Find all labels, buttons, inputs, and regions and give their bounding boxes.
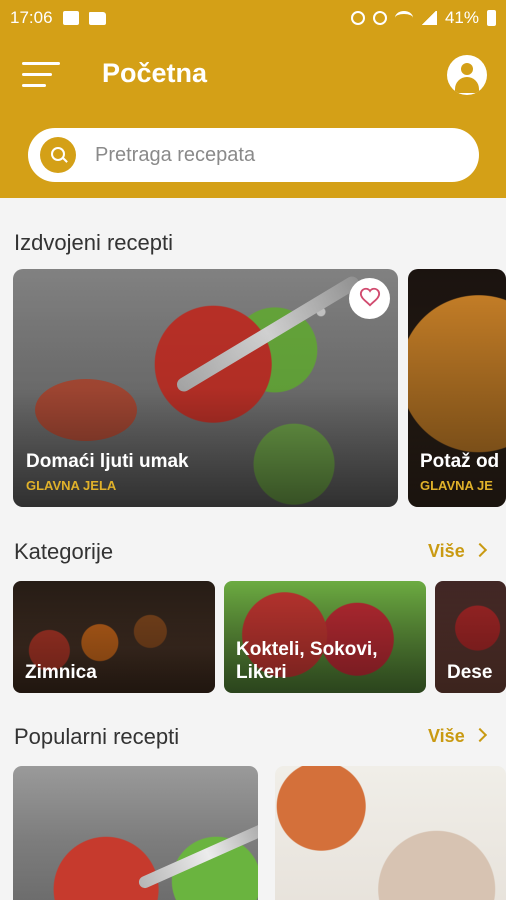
categories-more-link[interactable]: Više	[428, 541, 487, 562]
featured-recipe-title: Potaž od	[420, 451, 500, 472]
featured-recipe-card[interactable]: Domaći ljuti umak GLAVNA JELA	[13, 269, 398, 507]
featured-recipe-category: GLAVNA JE	[420, 478, 493, 493]
heart-icon	[359, 287, 381, 307]
status-time: 17:06	[10, 8, 53, 27]
category-card-kokteli[interactable]: Kokteli, Sokovi, Likeri	[224, 581, 426, 693]
featured-section-title: Izdvojeni recepti	[14, 230, 173, 255]
chevron-right-icon	[472, 727, 487, 743]
status-bar: 17:06 41%	[0, 0, 506, 36]
popular-recipe-card[interactable]	[275, 766, 506, 900]
app-header: Početna Pretraga recepata	[0, 36, 506, 198]
category-card-deserti[interactable]: Dese	[435, 581, 506, 693]
search-placeholder: Pretraga recepata	[95, 143, 256, 166]
gallery-icon	[62, 11, 79, 25]
category-title: Kokteli, Sokovi, Likeri	[236, 638, 378, 683]
popular-recipe-card[interactable]	[13, 766, 258, 900]
featured-recipe-title: Domaći ljuti umak	[26, 451, 189, 472]
folder-icon	[88, 11, 106, 25]
signal-icon	[420, 11, 437, 25]
category-title: Dese	[447, 661, 493, 683]
battery-percent: 41%	[444, 8, 479, 27]
mute-icon	[372, 11, 387, 25]
featured-recipe-category: GLAVNA JELA	[26, 478, 117, 493]
category-title: Zimnica	[25, 661, 97, 683]
category-card-zimnica[interactable]: Zimnica	[13, 581, 215, 693]
search-icon	[40, 137, 76, 173]
categories-section-title: Kategorije	[14, 539, 114, 564]
search-input[interactable]: Pretraga recepata	[28, 128, 479, 182]
popular-more-link[interactable]: Više	[428, 726, 487, 747]
favorite-button[interactable]	[349, 278, 390, 319]
spoon-image	[137, 818, 258, 890]
alarm-icon	[350, 11, 365, 25]
battery-icon	[487, 10, 496, 26]
menu-icon[interactable]	[22, 60, 60, 90]
profile-icon[interactable]	[447, 55, 487, 95]
more-label: Više	[428, 541, 465, 561]
page-title: Početna	[102, 58, 208, 88]
featured-recipe-card[interactable]: Potaž od GLAVNA JE	[408, 269, 506, 507]
chevron-right-icon	[472, 542, 487, 558]
more-label: Više	[428, 726, 465, 746]
popular-section-title: Popularni recepti	[14, 724, 180, 749]
wifi-icon	[394, 11, 413, 25]
